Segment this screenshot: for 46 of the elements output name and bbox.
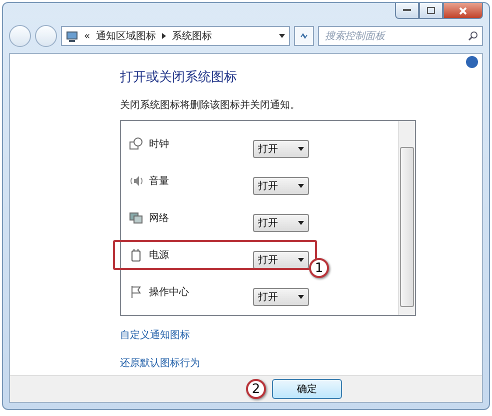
breadcrumb-item[interactable]: 系统图标 xyxy=(172,29,212,43)
behavior-dropdown[interactable]: 打开 xyxy=(253,288,309,306)
minimize-icon xyxy=(403,9,411,12)
dropdown-icon xyxy=(298,220,304,224)
page-heading: 打开或关闭系统图标 xyxy=(120,69,238,86)
icon-name: 网络 xyxy=(149,212,170,224)
minimize-button[interactable] xyxy=(395,3,419,19)
chevron-icon xyxy=(162,33,166,39)
maximize-button[interactable] xyxy=(419,3,443,19)
link[interactable]: 自定义通知图标 xyxy=(120,328,482,342)
behavior-dropdown[interactable]: 打开 xyxy=(253,176,309,194)
icon-name: 时钟 xyxy=(149,138,170,150)
power-plug-icon xyxy=(129,248,143,262)
clock-icon xyxy=(129,136,143,150)
ok-button[interactable]: 确定 xyxy=(272,379,342,399)
dropdown-icon xyxy=(298,184,304,188)
search-field[interactable]: 搜索控制面板 xyxy=(318,26,483,46)
dropdown-icon xyxy=(298,258,304,262)
callout-number: 2 xyxy=(246,379,266,399)
close-icon xyxy=(459,6,467,14)
address-bar[interactable]: « 通知区域图标 系统图标 xyxy=(61,26,290,46)
icon-name: 操作中心 xyxy=(149,286,190,298)
behavior-dropdown[interactable]: 打开 xyxy=(253,140,309,158)
flag-icon xyxy=(129,284,143,298)
breadcrumb-item[interactable]: 通知区域图标 xyxy=(96,29,156,43)
dropdown-icon xyxy=(298,294,304,298)
icon-name: 音量 xyxy=(149,174,170,188)
dropdown-icon xyxy=(279,34,285,38)
dropdown-icon xyxy=(298,146,304,150)
icon-name: 电源 xyxy=(149,248,170,262)
search-icon xyxy=(468,31,478,41)
speaker-icon xyxy=(129,174,143,188)
behavior-dropdown[interactable]: 打开 xyxy=(253,214,309,232)
breadcrumb-overflow[interactable]: « xyxy=(84,30,90,42)
refresh-icon xyxy=(299,31,309,41)
callout-number: 1 xyxy=(309,258,329,278)
maximize-icon xyxy=(427,7,435,14)
close-button[interactable] xyxy=(443,3,483,19)
refresh-button[interactable] xyxy=(294,26,314,46)
description-text: 关闭系统图标将删除该图标并关闭通知。 xyxy=(120,98,301,112)
network-icon xyxy=(129,210,143,224)
computer-icon xyxy=(66,30,78,42)
link[interactable]: 还原默认图标行为 xyxy=(120,356,482,370)
behavior-dropdown[interactable]: 打开 xyxy=(253,250,309,268)
help-icon[interactable] xyxy=(466,56,478,68)
scrollbar[interactable] xyxy=(398,121,415,315)
